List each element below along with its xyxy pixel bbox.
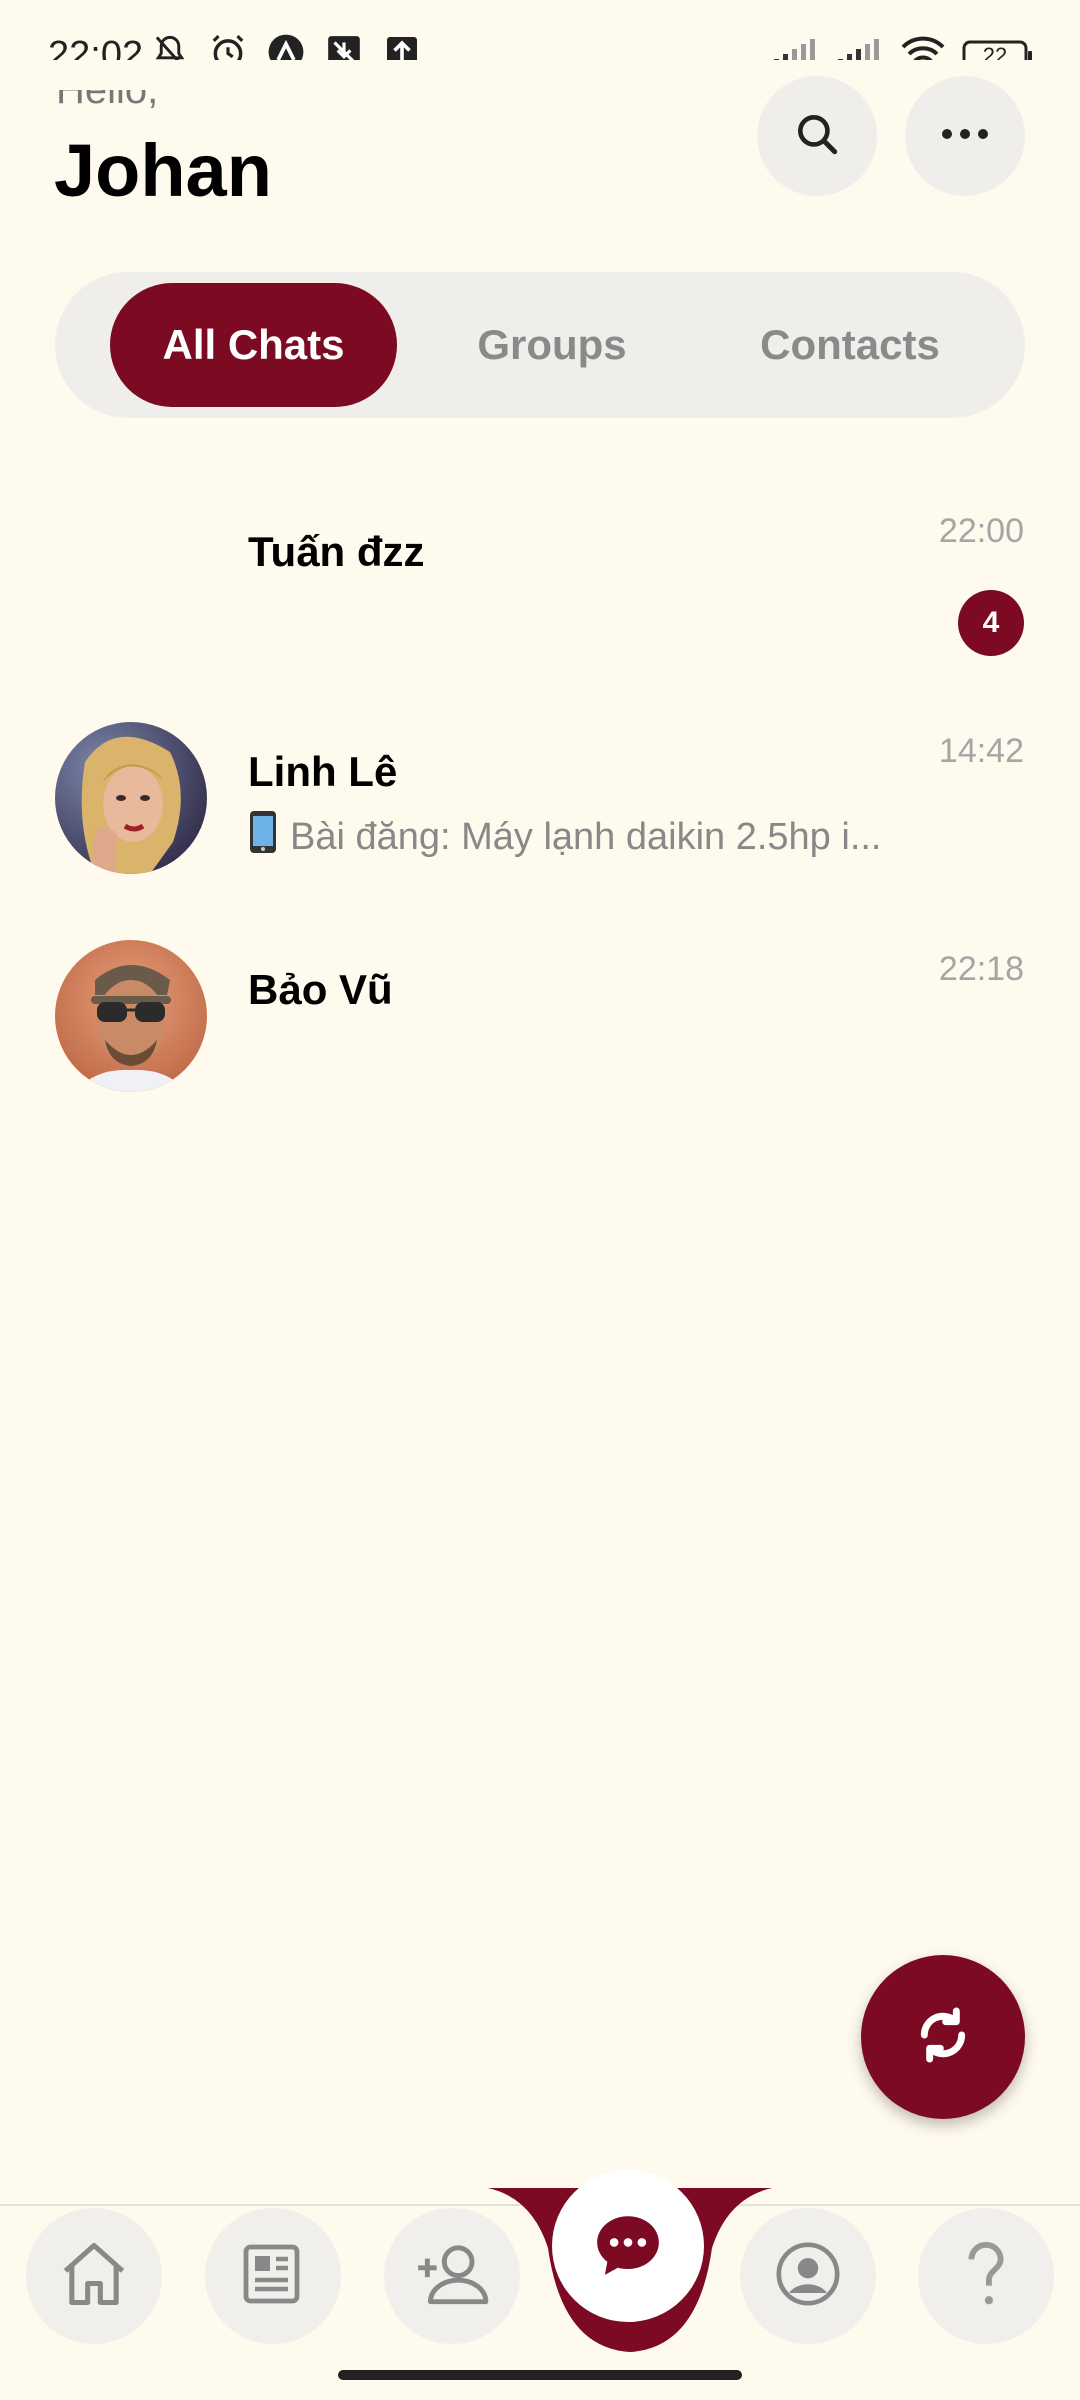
chat-list-item[interactable]: Tuấn đzz 22:00 4 [0, 480, 1080, 680]
chat-name: Tuấn đzz [248, 528, 425, 575]
nav-chats[interactable] [552, 2170, 704, 2322]
nav-profile[interactable] [740, 2208, 876, 2344]
user-name: Johan [54, 129, 272, 212]
add-contact-icon [412, 2236, 492, 2317]
chat-time: 22:18 [938, 950, 1024, 988]
avatar [55, 722, 207, 874]
refresh-icon [911, 2003, 975, 2072]
search-icon [792, 109, 842, 164]
newspaper-icon [237, 2238, 309, 2315]
nav-home[interactable] [26, 2208, 162, 2344]
tab-groups[interactable]: Groups [427, 283, 677, 407]
chat-name: Linh Lê [248, 748, 398, 795]
phone-icon [248, 810, 278, 864]
nav-help[interactable] [918, 2208, 1054, 2344]
chat-screen: 22:02 22 Hello, Johan All Chats Groups C… [0, 0, 1080, 2400]
chat-time: 22:00 [938, 512, 1024, 550]
tab-all-chats[interactable]: All Chats [110, 283, 397, 407]
nav-add-contact[interactable] [384, 2208, 520, 2344]
chat-preview-text: Bài đăng: Máy lạnh daikin 2.5hp i... [290, 815, 882, 858]
profile-icon [773, 2239, 843, 2314]
chat-list-item[interactable]: Bảo Vũ 22:18 [0, 918, 1080, 1118]
home-icon [56, 2236, 132, 2317]
nav-news[interactable] [205, 2208, 341, 2344]
search-button[interactable] [757, 76, 877, 196]
more-horizontal-icon [939, 127, 991, 146]
chat-name: Bảo Vũ [248, 966, 393, 1013]
unread-badge: 4 [958, 590, 1024, 656]
home-indicator [338, 2370, 742, 2380]
avatar [55, 940, 207, 1092]
help-icon [961, 2239, 1011, 2314]
more-options-button[interactable] [905, 76, 1025, 196]
chat-filter-tabs: All Chats Groups Contacts [55, 272, 1025, 418]
chat-time: 14:42 [938, 732, 1024, 770]
refresh-button[interactable] [861, 1955, 1025, 2119]
chat-list-item[interactable]: Linh Lê 14:42 Bài đăng: Máy lạnh daikin … [0, 700, 1080, 900]
tab-contacts[interactable]: Contacts [705, 283, 995, 407]
chat-preview: Bài đăng: Máy lạnh daikin 2.5hp i... [248, 810, 908, 864]
chat-bubble-icon [591, 2209, 665, 2284]
